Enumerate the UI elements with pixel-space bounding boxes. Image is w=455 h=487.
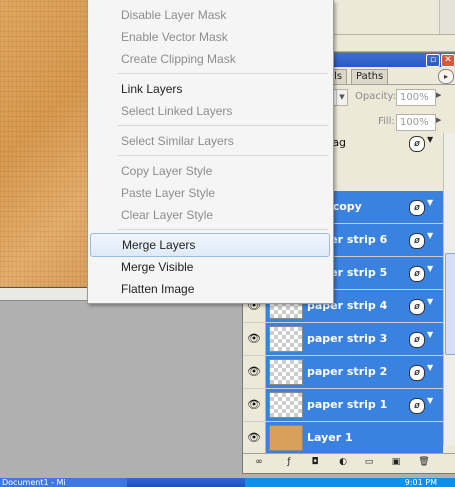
layer-name: paper strip 2 bbox=[307, 365, 388, 378]
layer-thumbnail bbox=[269, 392, 303, 418]
layer-style-icon[interactable]: ø bbox=[409, 398, 425, 414]
menu-item-merge-layers[interactable]: Merge Layers bbox=[90, 233, 330, 257]
menu-item-label: Flatten Image bbox=[121, 282, 195, 296]
layer-row[interactable]: 👁 paper strip 2 ø ▼ bbox=[243, 356, 443, 389]
layers-toolbar: ∞ ƒ ◘ ◐ ▭ ▣ 🗑 bbox=[243, 453, 455, 472]
menu-item-label: Link Layers bbox=[121, 82, 183, 96]
layer-row[interactable]: 👁 Layer 1 bbox=[243, 422, 443, 455]
layer-thumbnail bbox=[269, 326, 303, 352]
menu-separator bbox=[118, 229, 328, 230]
eye-icon[interactable]: 👁 bbox=[243, 422, 266, 454]
layer-style-icon[interactable]: ø bbox=[409, 299, 425, 315]
clock: 9:01 PM bbox=[404, 478, 437, 487]
layer-context-menu: Disable Layer Mask Enable Vector Mask Cr… bbox=[87, 0, 334, 304]
opacity-arrow-icon[interactable]: ▶ bbox=[436, 91, 441, 99]
upper-palette-scrollbar[interactable] bbox=[439, 0, 455, 34]
expand-arrow-icon[interactable]: ▼ bbox=[427, 396, 433, 405]
menu-item-select-linked-layers[interactable]: Select Linked Layers bbox=[88, 100, 333, 122]
menu-item-label: Merge Layers bbox=[122, 238, 196, 252]
menu-item-label: Enable Vector Mask bbox=[121, 30, 228, 44]
menu-item-copy-layer-style[interactable]: Copy Layer Style bbox=[88, 160, 333, 182]
fill-label: Fill: bbox=[378, 116, 395, 127]
menu-item-label: Merge Visible bbox=[121, 260, 194, 274]
palette-menu-icon[interactable]: ▸ bbox=[438, 69, 454, 84]
expand-arrow-icon[interactable]: ▼ bbox=[427, 135, 433, 144]
layer-style-icon[interactable]: ø bbox=[409, 233, 425, 249]
layer-style-icon[interactable]: ø bbox=[409, 332, 425, 348]
menu-item-clear-layer-style[interactable]: Clear Layer Style bbox=[88, 204, 333, 226]
menu-separator bbox=[118, 155, 328, 156]
opacity-label: Opacity: bbox=[355, 91, 397, 102]
menu-item-label: Create Clipping Mask bbox=[121, 52, 236, 66]
expand-arrow-icon[interactable]: ▼ bbox=[427, 297, 433, 306]
menu-item-select-similar-layers[interactable]: Select Similar Layers bbox=[88, 130, 333, 152]
upper-palette-toolbar: ▭ ◙ ▣ 🗑 bbox=[331, 34, 455, 82]
menu-separator bbox=[118, 125, 328, 126]
menu-item-flatten-image[interactable]: Flatten Image bbox=[88, 278, 333, 300]
trash-icon[interactable]: 🗑 bbox=[418, 457, 430, 468]
eye-icon[interactable]: 👁 bbox=[243, 389, 266, 421]
opacity-field[interactable]: 100% bbox=[396, 89, 436, 106]
fill-field[interactable]: 100% bbox=[396, 114, 436, 131]
menu-item-enable-vector-mask[interactable]: Enable Vector Mask bbox=[88, 26, 333, 48]
menu-item-label: Select Similar Layers bbox=[121, 134, 234, 148]
system-tray: 9:01 PM bbox=[245, 478, 455, 487]
adjustment-layer-icon[interactable]: ◐ bbox=[337, 457, 349, 468]
add-style-icon[interactable]: ƒ bbox=[283, 457, 295, 468]
menu-item-paste-layer-style[interactable]: Paste Layer Style bbox=[88, 182, 333, 204]
menu-item-label: Paste Layer Style bbox=[121, 186, 216, 200]
scrollbar-thumb[interactable] bbox=[445, 253, 455, 355]
menu-item-label: Disable Layer Mask bbox=[121, 8, 227, 22]
close-icon[interactable]: ✕ bbox=[441, 54, 455, 67]
expand-arrow-icon[interactable]: ▼ bbox=[427, 198, 433, 207]
layer-style-icon[interactable]: ø bbox=[409, 365, 425, 381]
menu-item-merge-visible[interactable]: Merge Visible bbox=[88, 256, 333, 278]
layer-style-icon[interactable]: ø bbox=[409, 136, 425, 152]
expand-arrow-icon[interactable]: ▼ bbox=[427, 363, 433, 372]
link-layers-icon[interactable]: ∞ bbox=[253, 457, 265, 468]
tab-paths[interactable]: Paths bbox=[351, 69, 389, 84]
minimize-icon[interactable]: ▫ bbox=[426, 54, 440, 67]
eye-icon[interactable]: 👁 bbox=[243, 323, 266, 355]
layers-scrollbar[interactable] bbox=[443, 133, 455, 445]
expand-arrow-icon[interactable]: ▼ bbox=[427, 330, 433, 339]
layer-thumbnail bbox=[269, 425, 303, 451]
menu-item-label: Clear Layer Style bbox=[121, 208, 214, 222]
fill-arrow-icon[interactable]: ▶ bbox=[436, 116, 441, 124]
taskbar-item[interactable]: Document1 - Mi bbox=[0, 478, 127, 487]
layer-row[interactable]: 👁 paper strip 3 ø ▼ bbox=[243, 323, 443, 356]
workspace: ▭ ◙ ▣ 🗑 ▫ ✕ els Paths ▸ ▼ Opacity: 100% … bbox=[0, 0, 455, 487]
layer-name: Layer 1 bbox=[307, 431, 353, 444]
layer-style-icon[interactable]: ø bbox=[409, 200, 425, 216]
new-group-icon[interactable]: ▭ bbox=[363, 457, 375, 468]
new-layer-icon[interactable]: ▣ bbox=[390, 457, 402, 468]
taskbar: Document1 - Mi 9:01 PM bbox=[0, 478, 455, 487]
layer-row[interactable]: 👁 paper strip 1 ø ▼ bbox=[243, 389, 443, 422]
expand-arrow-icon[interactable]: ▼ bbox=[427, 231, 433, 240]
add-mask-icon[interactable]: ◘ bbox=[309, 457, 321, 468]
menu-item-create-clipping-mask[interactable]: Create Clipping Mask bbox=[88, 48, 333, 70]
menu-item-link-layers[interactable]: Link Layers bbox=[88, 78, 333, 100]
layer-name: paper strip 3 bbox=[307, 332, 388, 345]
layer-name: paper strip 1 bbox=[307, 398, 388, 411]
menu-item-label: Copy Layer Style bbox=[121, 164, 213, 178]
eye-icon[interactable]: 👁 bbox=[243, 356, 266, 388]
menu-item-label: Select Linked Layers bbox=[121, 104, 233, 118]
expand-arrow-icon[interactable]: ▼ bbox=[427, 264, 433, 273]
layer-style-icon[interactable]: ø bbox=[409, 266, 425, 282]
layer-thumbnail bbox=[269, 359, 303, 385]
menu-item-disable-layer-mask[interactable]: Disable Layer Mask bbox=[88, 4, 333, 26]
menu-separator bbox=[118, 73, 328, 74]
upper-palette: ▭ ◙ ▣ 🗑 bbox=[330, 0, 455, 82]
